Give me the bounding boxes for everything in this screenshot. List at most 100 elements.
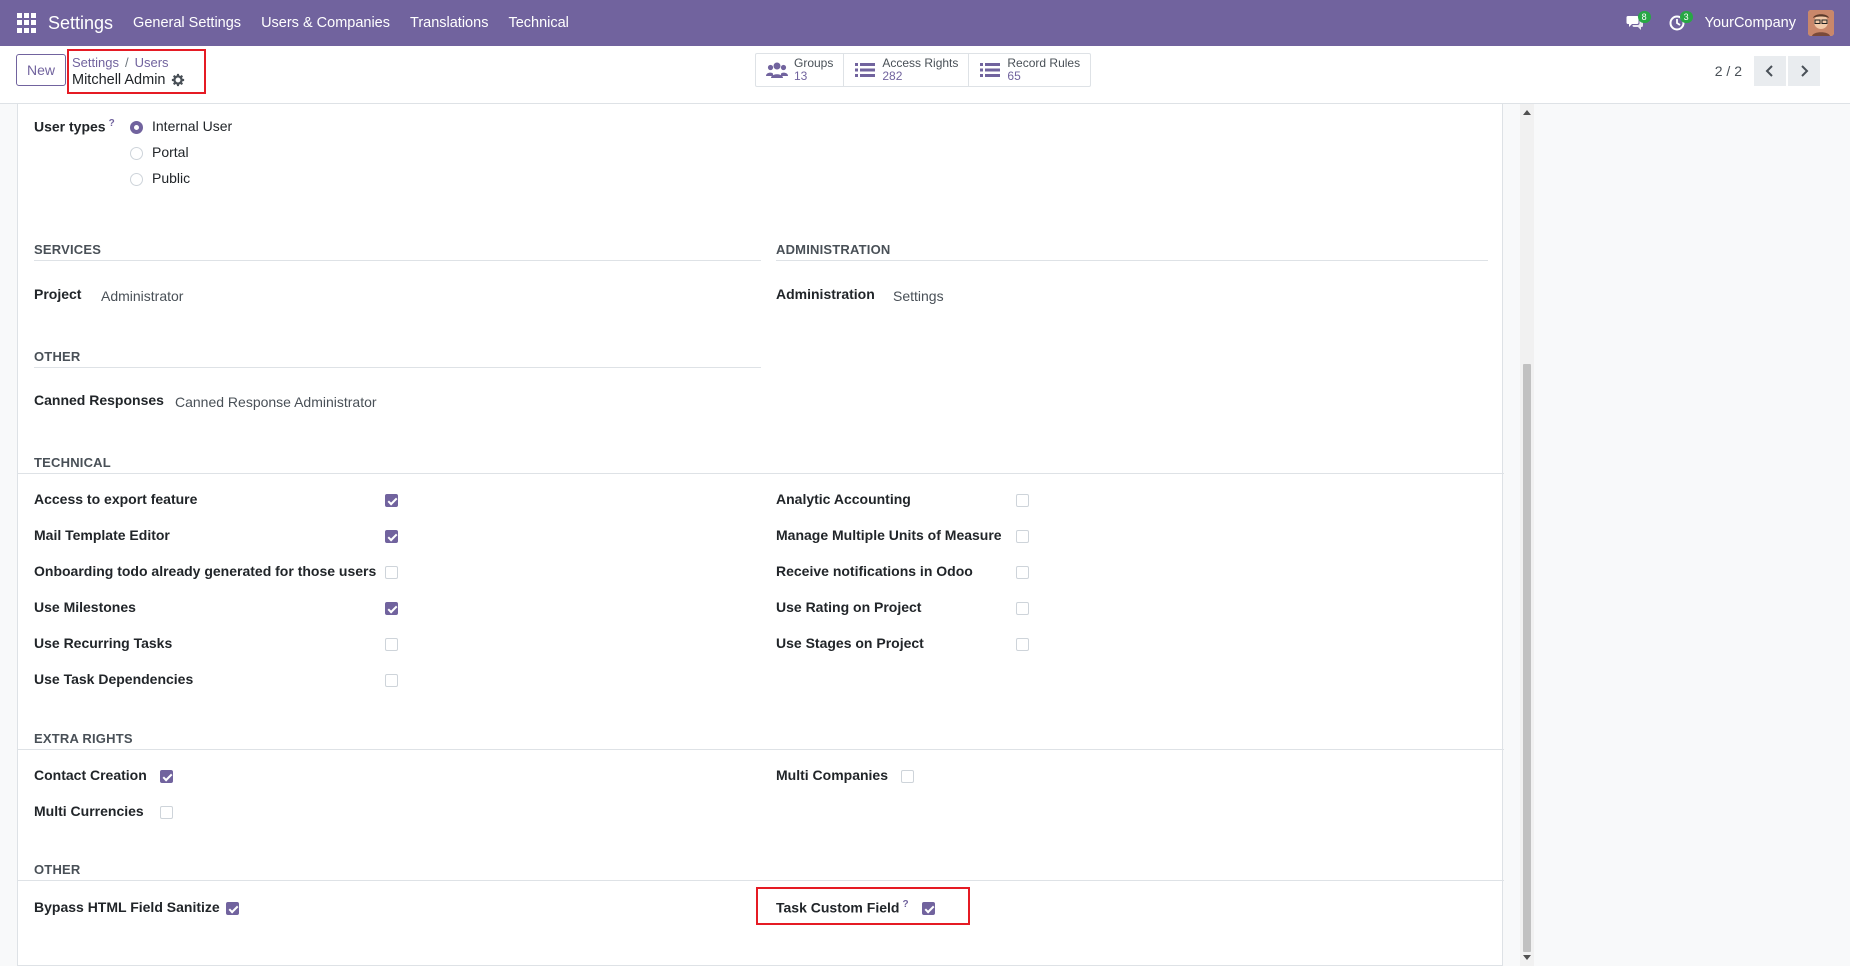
tech-label-stages: Use Stages on Project [776,635,924,651]
extra-label-multi-currencies: Multi Currencies [34,803,144,819]
extra-rights-section-title: EXTRA RIGHTS [34,731,133,746]
tech-checkbox-rating[interactable] [1016,602,1029,615]
tech-checkbox-mail-template[interactable] [385,530,398,543]
extra-checkbox-multi-currencies[interactable] [160,806,173,819]
administration-section-title: ADMINISTRATION [776,242,891,257]
access-rights-count: 282 [882,69,903,83]
extra-checkbox-multi-companies[interactable] [901,770,914,783]
top-navbar: Settings General Settings Users & Compan… [0,0,1850,46]
tech-checkbox-export[interactable] [385,494,398,507]
project-field-value[interactable]: Administrator [101,288,183,304]
section-divider [18,880,1504,881]
radio-portal-label[interactable]: Portal [152,144,189,160]
help-tooltip-icon[interactable]: ? [109,118,115,129]
radio-internal-user-label[interactable]: Internal User [152,118,232,134]
gear-icon[interactable] [171,73,185,87]
menu-translations[interactable]: Translations [410,15,488,31]
section-divider [34,260,761,261]
tech-checkbox-milestones[interactable] [385,602,398,615]
other-checkbox-task-custom-field[interactable] [922,902,935,915]
record-title: Mitchell Admin [72,72,166,88]
company-switcher[interactable]: YourCompany [1705,15,1796,31]
administration-field-value[interactable]: Settings [893,288,944,304]
section-divider [34,367,761,368]
radio-internal-user[interactable] [130,121,143,134]
pager-next-button[interactable] [1788,56,1820,86]
activities-button[interactable]: 3 [1663,9,1693,37]
user-avatar[interactable] [1808,10,1834,36]
tech-checkbox-recurring[interactable] [385,638,398,651]
list-icon [855,63,876,77]
tech-label-recurring: Use Recurring Tasks [34,635,173,651]
record-rules-smart-button[interactable]: Record Rules 65 [969,54,1090,86]
tech-label-mail-template: Mail Template Editor [34,527,170,543]
tech-checkbox-onboarding[interactable] [385,566,398,579]
tech-label-milestones: Use Milestones [34,599,136,615]
tech-checkbox-notifications[interactable] [1016,566,1029,579]
radio-portal[interactable] [130,147,143,160]
app-brand[interactable]: Settings [48,13,113,34]
apps-menu-icon[interactable] [17,13,37,33]
new-button[interactable]: New [16,54,66,86]
administration-field-label: Administration [776,286,875,302]
pager-value[interactable]: 2 / 2 [1715,63,1742,79]
form-scrollbar[interactable] [1520,104,1534,966]
access-rights-smart-button[interactable]: Access Rights 282 [844,54,970,86]
tech-label-dependencies: Use Task Dependencies [34,671,194,687]
breadcrumb: Settings / Users [72,55,204,70]
list-icon [980,63,1001,77]
groups-smart-button[interactable]: Groups 13 [756,54,845,86]
chevron-right-icon [1801,65,1809,77]
scroll-thumb[interactable] [1523,364,1531,952]
pager: 2 / 2 [1715,56,1820,86]
smart-buttons: Groups 13 Access Rights 282 Record Rules 65 [755,53,1092,87]
menu-users-companies[interactable]: Users & Companies [261,15,390,31]
extra-label-contact-creation: Contact Creation [34,767,147,783]
tech-label-rating: Use Rating on Project [776,599,922,615]
tech-label-analytic: Analytic Accounting [776,491,911,507]
project-field-label: Project [34,286,82,302]
menu-technical[interactable]: Technical [508,15,568,31]
canned-responses-label: Canned Responses [34,392,164,408]
radio-public[interactable] [130,173,143,186]
menu-general-settings[interactable]: General Settings [133,15,241,31]
other-section-title-2: OTHER [34,862,81,877]
control-panel: New Settings / Users Mitchell Admin Groups… [0,46,1850,104]
tech-checkbox-stages[interactable] [1016,638,1029,651]
tech-checkbox-dependencies[interactable] [385,674,398,687]
radio-public-label[interactable]: Public [152,170,190,186]
breadcrumb-settings[interactable]: Settings [72,55,119,70]
scroll-down-arrow-icon[interactable] [1523,955,1531,960]
messages-button[interactable]: 8 [1621,9,1651,37]
scroll-up-arrow-icon[interactable] [1523,110,1531,115]
tech-label-notifications: Receive notifications in Odoo [776,563,973,579]
canned-responses-value[interactable]: Canned Response Administrator [175,394,377,410]
record-rules-count: 65 [1007,69,1021,83]
other-checkbox-bypass-html[interactable] [226,902,239,915]
form-sheet: User types? Internal User Portal Public … [17,104,1504,966]
section-divider [18,473,1504,474]
section-divider [18,749,1504,750]
tech-checkbox-uom[interactable] [1016,530,1029,543]
tech-label-onboarding: Onboarding todo already generated for th… [34,563,377,579]
breadcrumb-highlight: Settings / Users Mitchell Admin [67,49,206,94]
messages-badge: 8 [1637,11,1651,23]
activities-badge: 3 [1679,11,1693,23]
users-icon [766,62,788,78]
technical-section-title: TECHNICAL [34,455,111,470]
other-label-bypass-html: Bypass HTML Field Sanitize [34,899,220,915]
breadcrumb-users[interactable]: Users [135,55,169,70]
chevron-left-icon [1765,65,1773,77]
breadcrumb-separator: / [124,55,129,70]
tech-label-export: Access to export feature [34,491,198,507]
groups-count: 13 [794,69,808,83]
tech-label-uom: Manage Multiple Units of Measure [776,527,1002,543]
extra-checkbox-contact-creation[interactable] [160,770,173,783]
avatar-image [1808,10,1834,36]
pager-previous-button[interactable] [1754,56,1786,86]
tech-checkbox-analytic[interactable] [1016,494,1029,507]
section-divider [776,260,1488,261]
extra-label-multi-companies: Multi Companies [776,767,889,783]
help-tooltip-icon[interactable]: ? [902,899,908,910]
services-section-title: SERVICES [34,242,102,257]
